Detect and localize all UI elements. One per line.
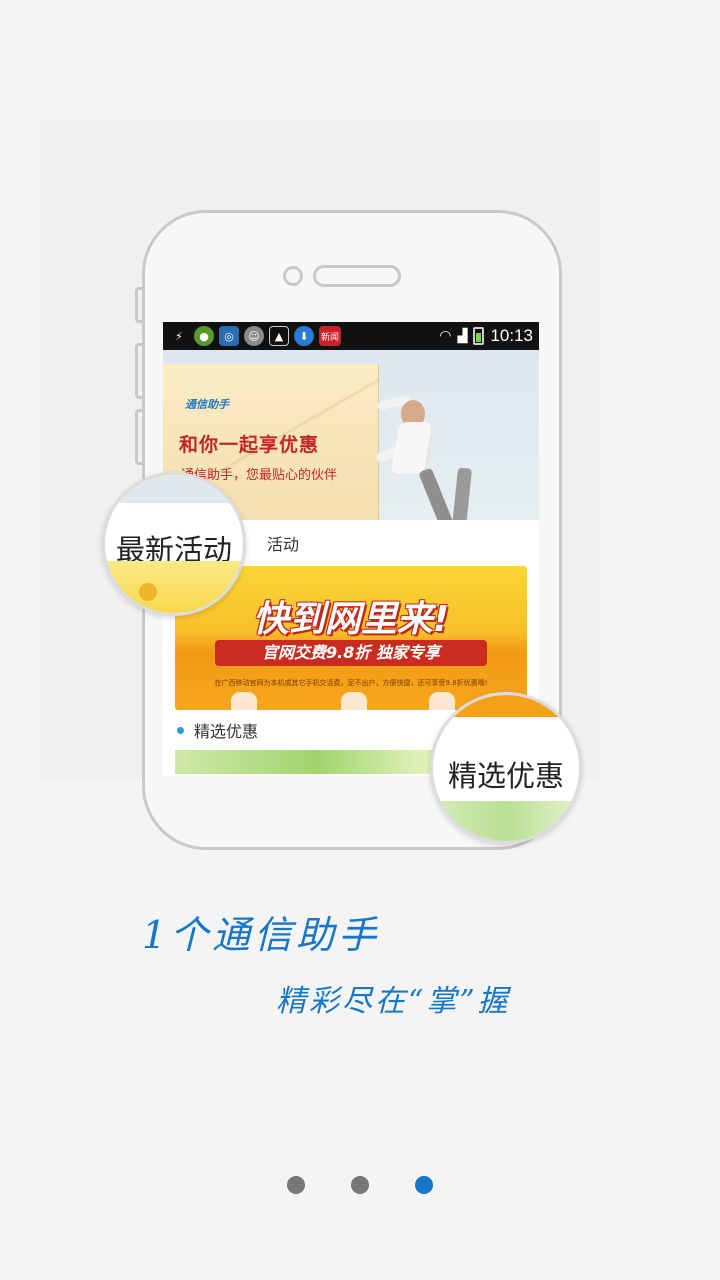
banner-title: 和你一起享优惠 [179,434,320,456]
promo-icon [231,692,257,710]
page-dot-2[interactable] [351,1176,369,1194]
slogan-line-1: 1个通信助手 [142,913,381,957]
app-icon: ● [194,326,214,346]
phone-volume-up [135,343,143,399]
page-indicator [0,1176,720,1194]
magnifier-selected-offers: 精选优惠 [430,692,582,844]
magnifier-promo-edge [105,561,243,613]
slogan-line-2: 精彩尽在“掌”握 [276,984,511,1019]
china-mobile-icon: ◎ [219,326,239,346]
magnifier-offer-edge [433,801,579,841]
news-icon: 新闻 [319,326,341,346]
magnifier-banner-edge [105,475,243,503]
coin-icon [139,583,157,601]
magnifier-selected-label: 精选优惠 [447,759,564,793]
usb-icon: ⚡ [175,329,183,343]
magnifier-latest-activities: 最新活动 [102,472,246,616]
battery-icon [473,327,485,345]
magnifier-promo-edge [433,695,579,717]
page-dot-1[interactable] [287,1176,305,1194]
status-bar: ⚡ ● ◎ ☺ ▲ ⬇ 新闻 ◠ ▟ 10:13 [163,322,539,350]
promo-icon [341,692,367,710]
clock: 10:13 [490,326,533,345]
wifi-icon: ◠ [439,328,452,344]
phone-side-button [135,287,143,323]
page-dot-3-active[interactable] [415,1176,433,1194]
phone-volume-down [135,409,143,465]
signal-icon: ▟ [457,328,468,344]
face-icon: ☺ [244,326,264,346]
image-icon: ▲ [269,326,289,346]
banner-logo: 通信助手 [185,398,229,411]
promo-subtitle: 官网交费9.8折 独家专享 [215,640,487,666]
phone-speaker [313,265,401,287]
download-icon: ⬇ [294,326,314,346]
man-illustration-body [390,422,436,474]
man-illustration-leg [418,467,454,520]
bullet-icon [177,726,184,734]
promo-note: 在广西移动官网为本机或其它手机交话费，足不出户，方便快捷，还可享受9.8折优惠哦… [214,679,488,687]
phone-camera [283,266,303,286]
man-illustration-leg2 [451,467,473,520]
section-latest-label: 活动 [267,535,300,554]
section-selected-label: 精选优惠 [194,722,259,741]
